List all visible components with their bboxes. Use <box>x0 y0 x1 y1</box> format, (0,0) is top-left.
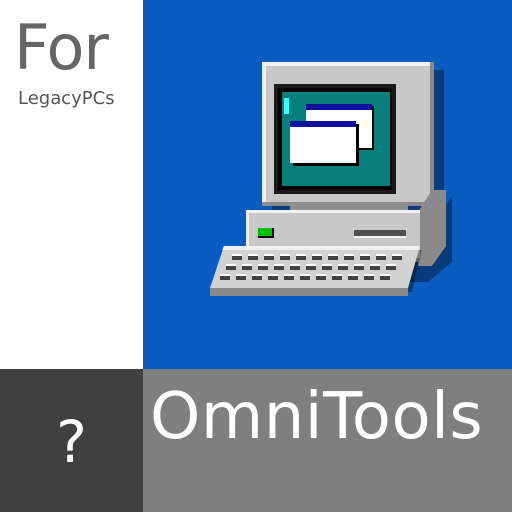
for-label: For <box>14 11 109 84</box>
platform-label: LegacyPCs <box>18 88 115 109</box>
app-tile: For LegacyPCs ? OmniTools <box>0 0 512 512</box>
question-mark-icon: ? <box>56 407 87 476</box>
retro-desktop-computer-icon <box>210 62 452 296</box>
app-name-label: OmniTools <box>150 380 484 454</box>
